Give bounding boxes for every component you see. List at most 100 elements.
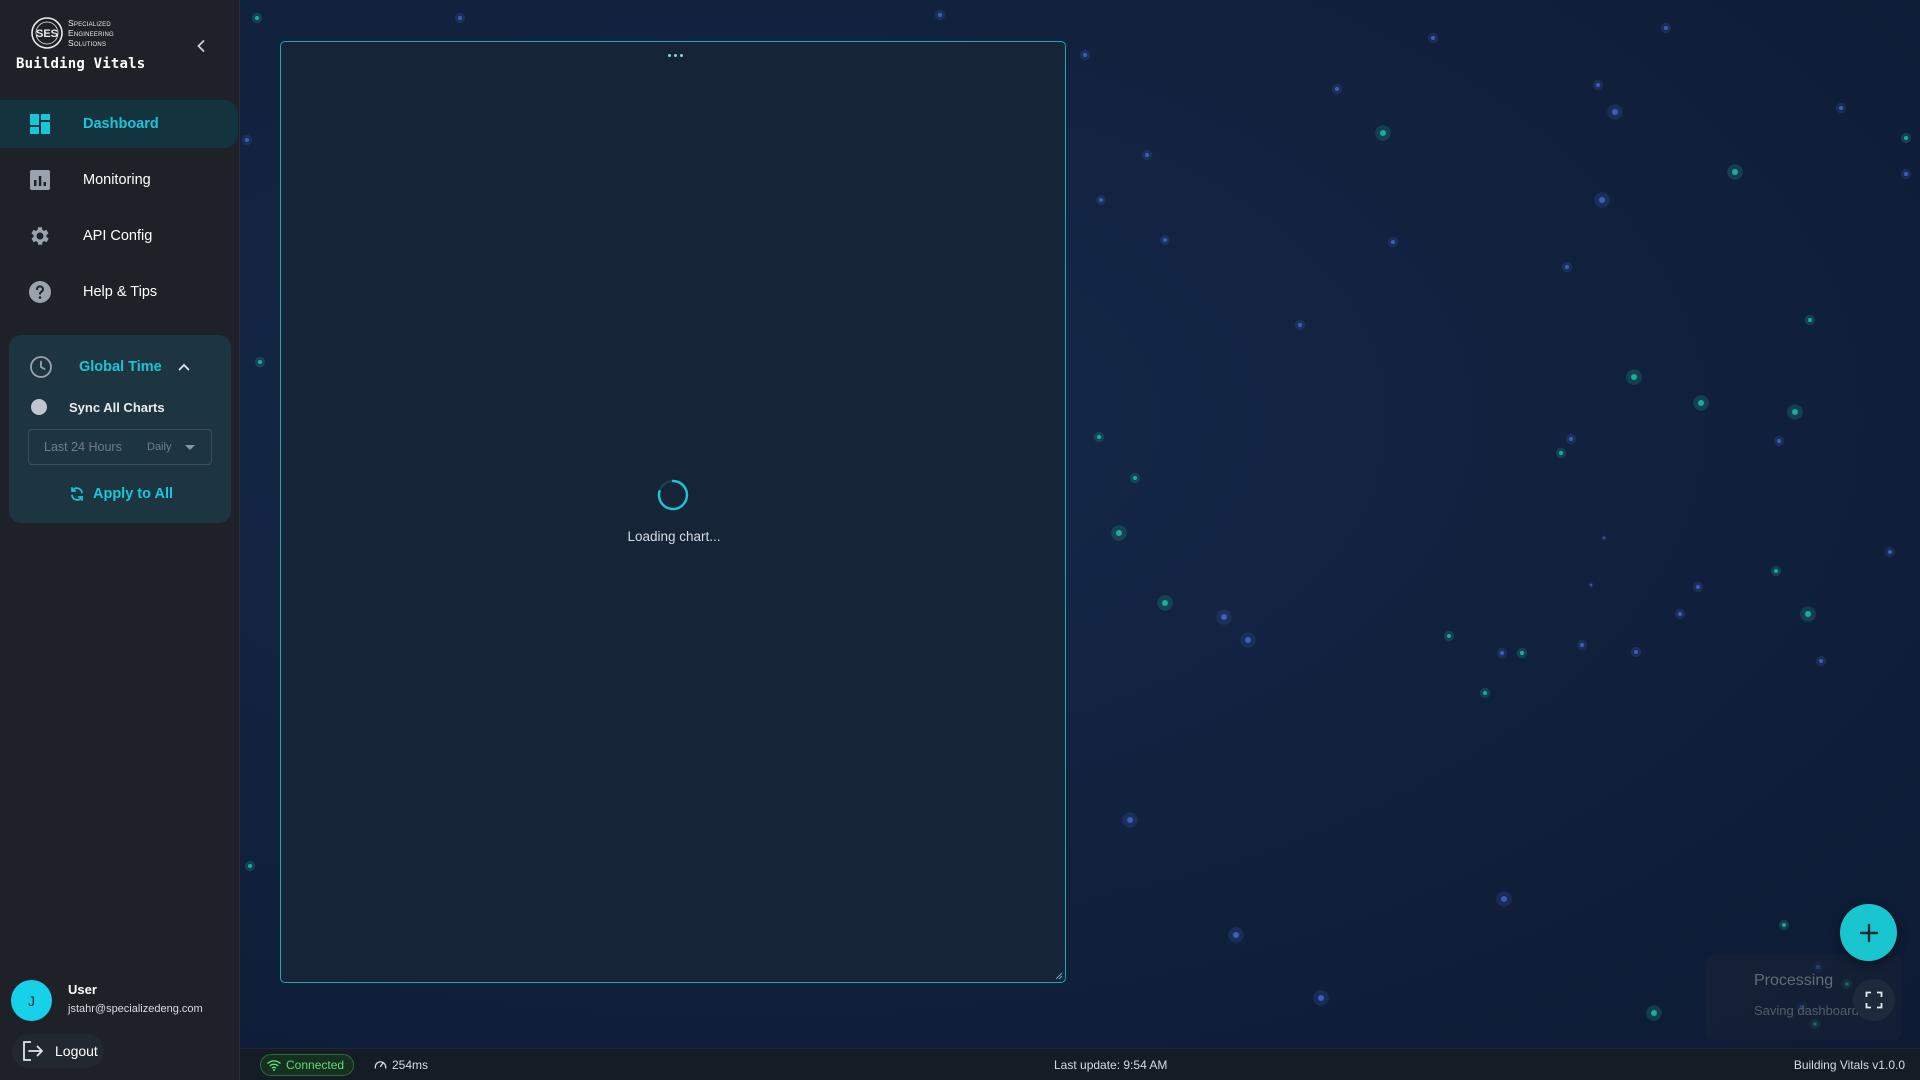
particle (1163, 238, 1167, 242)
particle (1500, 651, 1504, 655)
particle (1335, 87, 1339, 91)
refresh-icon (71, 486, 83, 502)
gear-icon (28, 224, 52, 248)
status-bar: Connected 254ms Last update: 9:54 AM Bui… (240, 1048, 1920, 1080)
sync-all-charts-label: Sync All Charts (69, 399, 165, 415)
particle (1631, 374, 1637, 380)
particle (1678, 612, 1682, 616)
particle (1634, 650, 1638, 654)
particle (258, 360, 262, 364)
chart-card[interactable]: Loading chart... (280, 41, 1066, 983)
particle (458, 16, 462, 20)
sidebar-item-dashboard[interactable]: Dashboard (0, 100, 238, 148)
particle (1520, 651, 1524, 655)
dashboard-canvas: Loading chart... Processing Saving dashb… (240, 0, 1920, 1048)
particle (1664, 26, 1668, 30)
latency-indicator: 254ms (374, 1058, 428, 1072)
toast-subtitle: Saving dashboard... (1754, 1003, 1870, 1018)
particle (1565, 265, 1569, 269)
user-name: User (68, 982, 97, 997)
wifi-icon (267, 1060, 281, 1071)
particle (1431, 36, 1435, 40)
particle (1447, 634, 1451, 638)
apply-to-all-button[interactable]: Apply to All (69, 486, 173, 502)
particle (1580, 643, 1584, 647)
particle (1819, 659, 1823, 663)
add-chart-button[interactable] (1840, 904, 1897, 961)
particle (1590, 584, 1592, 586)
toast-title: Processing (1754, 972, 1834, 989)
avatar[interactable]: J (11, 980, 52, 1021)
sidebar-item-api-config[interactable]: API Config (0, 212, 238, 260)
particle (1501, 896, 1507, 902)
user-profile[interactable]: J User jstahr@specializedeng.com (11, 980, 231, 1022)
sidebar-item-label: Dashboard (83, 116, 159, 132)
particle (1083, 53, 1087, 57)
particle (1808, 318, 1812, 322)
particle (1805, 611, 1811, 617)
logout-icon (23, 1041, 43, 1061)
particle (1839, 106, 1843, 110)
particle (1391, 240, 1395, 244)
particle (1133, 476, 1137, 480)
particle (1569, 437, 1573, 441)
global-time-header[interactable]: Global Time (29, 354, 219, 380)
particle (1774, 569, 1778, 573)
card-drag-handle[interactable] (664, 50, 686, 60)
particle (938, 13, 942, 17)
dashboard-icon (28, 112, 52, 136)
particle (1318, 995, 1324, 1001)
resize-handle-icon[interactable] (1055, 972, 1063, 980)
global-time-panel: Global Time Sync All Charts Last 24 Hour… (9, 335, 231, 523)
version-text: Building Vitals v1.0.0 (1793, 1058, 1905, 1072)
collapse-sidebar-button[interactable] (190, 35, 212, 57)
particle (1559, 451, 1563, 455)
particle (1298, 323, 1302, 327)
particle (255, 16, 259, 20)
particle (1782, 923, 1786, 927)
loading-spinner-icon (657, 479, 689, 511)
sidebar-item-label: API Config (83, 228, 153, 244)
sidebar: SES Specialized Engineering Solutions Bu… (0, 0, 240, 1080)
particle (1221, 614, 1227, 620)
particle (248, 864, 252, 868)
time-range-value: Last 24 Hours (44, 440, 122, 454)
dropdown-caret-icon (185, 445, 195, 450)
connection-status-badge: Connected (260, 1054, 354, 1076)
user-email: jstahr@specializedeng.com (68, 1003, 203, 1015)
loading-text: Loading chart... (627, 529, 721, 544)
particle (1233, 932, 1239, 938)
clock-icon (30, 356, 52, 378)
company-logo: SES Specialized Engineering Solutions (30, 16, 114, 50)
particle (1116, 530, 1122, 536)
last-update-text: Last update: 9:54 AM (1054, 1058, 1168, 1072)
logout-button[interactable]: Logout (12, 1034, 104, 1068)
sidebar-item-help[interactable]: Help & Tips (0, 268, 238, 316)
interval-value: Daily (147, 441, 172, 453)
particle (1698, 400, 1704, 406)
toggle-switch[interactable] (31, 399, 47, 415)
particle (1888, 550, 1892, 554)
particle (1904, 172, 1908, 176)
bar-chart-icon (28, 168, 52, 192)
global-time-title: Global Time (79, 359, 162, 375)
company-name: Specialized Engineering Solutions (68, 18, 114, 48)
svg-text:SES: SES (36, 28, 58, 40)
particle (1127, 817, 1133, 823)
fullscreen-button[interactable] (1853, 979, 1895, 1021)
time-range-select[interactable]: Last 24 Hours Daily (28, 429, 212, 465)
particle (1732, 169, 1738, 175)
sidebar-nav: Dashboard Monitoring API Config Help & T… (0, 100, 240, 324)
sidebar-item-label: Monitoring (83, 172, 151, 188)
app-title: Building Vitals (16, 56, 146, 72)
chevron-left-icon (197, 40, 205, 52)
particle (1380, 130, 1386, 136)
sync-all-charts-toggle[interactable]: Sync All Charts (31, 399, 165, 415)
plus-icon (1859, 923, 1878, 942)
fullscreen-icon (1865, 991, 1883, 1009)
particle (1696, 585, 1700, 589)
sidebar-item-monitoring[interactable]: Monitoring (0, 156, 238, 204)
particle (1596, 83, 1600, 87)
chevron-up-icon[interactable] (177, 360, 191, 374)
brand: SES Specialized Engineering Solutions Bu… (14, 14, 214, 80)
